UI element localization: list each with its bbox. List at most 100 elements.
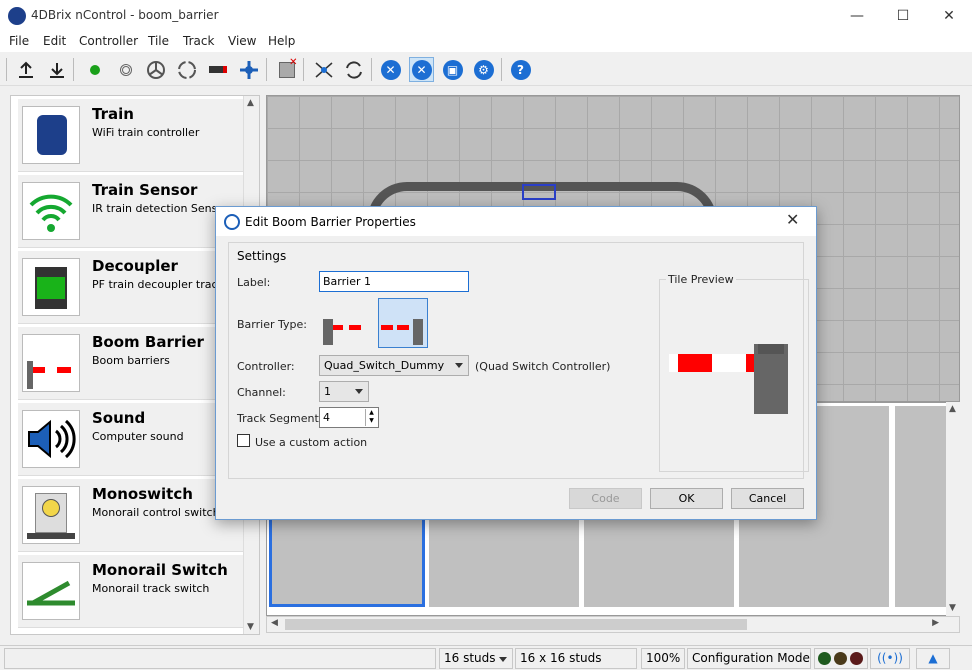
refresh-icon[interactable] — [341, 57, 366, 82]
status-bar: 16 studs 16 x 16 studs 100% Configuratio… — [0, 645, 972, 670]
horizontal-scrollbar[interactable]: ◀ ▶ — [266, 616, 960, 633]
preview-post-top — [758, 344, 784, 354]
sensor-icon[interactable] — [113, 57, 138, 82]
dialog-title: Edit Boom Barrier Properties — [245, 215, 416, 229]
palette-item-name: Monorail Switch — [92, 561, 228, 579]
preview-post — [754, 344, 788, 414]
decoupler-icon[interactable] — [205, 57, 230, 82]
palette-item-train[interactable]: Train WiFi train controller — [18, 99, 243, 172]
palette-item-desc: Computer sound — [92, 430, 184, 443]
wifi-icon — [22, 182, 80, 240]
tools-icon[interactable]: ✕ — [378, 57, 403, 82]
palette-item-boom-barrier[interactable]: Boom Barrier Boom barriers — [18, 327, 243, 400]
window-title: 4DBrix nControl - boom_barrier — [31, 8, 219, 22]
grid-size: 16 x 16 studs — [515, 648, 637, 669]
palette-item-name: Monoswitch — [92, 485, 193, 503]
menu-tile[interactable]: Tile — [148, 34, 169, 48]
status-message — [4, 648, 436, 669]
barrier-type-option-right[interactable] — [378, 298, 428, 348]
boom-barrier-icon — [22, 334, 80, 392]
palette-item-name: Decoupler — [92, 257, 178, 275]
network-icon[interactable] — [311, 57, 336, 82]
controller-select[interactable]: Quad_Switch_Dummy — [319, 355, 469, 376]
maximize-button[interactable]: ☐ — [880, 0, 926, 31]
close-button[interactable]: ✕ — [926, 0, 972, 31]
zoom-level: 100% — [641, 648, 685, 669]
code-button[interactable]: Code — [569, 488, 642, 509]
palette-item-desc: Monorail control switch — [92, 506, 220, 519]
custom-action-label: Use a custom action — [255, 436, 368, 449]
download-icon[interactable] — [44, 57, 69, 82]
menu-help[interactable]: Help — [268, 34, 295, 48]
palette-item-sound[interactable]: Sound Computer sound — [18, 403, 243, 476]
channel-select[interactable]: 1 — [319, 381, 369, 402]
palette-item-monorail-switch[interactable]: Monorail Switch Monorail track switch — [18, 555, 243, 628]
dialog-close-button[interactable]: ✕ — [786, 210, 799, 229]
selected-tile[interactable] — [522, 184, 556, 200]
track-segment-stepper[interactable]: 4 ▲ ▼ — [319, 407, 379, 428]
signal-lights — [814, 648, 868, 669]
minimize-button[interactable]: — — [834, 0, 880, 31]
label-input[interactable]: Barrier 1 — [319, 271, 469, 292]
settings-group: Settings Label: Barrier 1 Barrier Type: … — [228, 242, 809, 479]
loop-icon[interactable] — [174, 57, 199, 82]
edit-boom-barrier-dialog: Edit Boom Barrier Properties ✕ Settings … — [215, 206, 817, 520]
palette-item-name: Sound — [92, 409, 146, 427]
custom-action-checkbox[interactable] — [237, 434, 250, 447]
monorail-switch-icon — [22, 562, 80, 620]
barrier-type-option-left[interactable] — [321, 305, 365, 347]
monoswitch-icon — [22, 486, 80, 544]
studs-select[interactable]: 16 studs — [439, 648, 513, 669]
mode-indicator: Configuration Mode — [687, 648, 811, 669]
channel-value: 1 — [324, 385, 331, 398]
app-logo-icon — [8, 7, 26, 25]
tools-selected-icon[interactable]: ✕ — [409, 57, 434, 82]
upload-icon[interactable] — [13, 57, 38, 82]
stepper-arrows-icon[interactable]: ▲ ▼ — [365, 409, 377, 426]
controller-value: Quad_Switch_Dummy — [324, 359, 445, 372]
menu-controller[interactable]: Controller — [79, 34, 138, 48]
palette-item-name: Train Sensor — [92, 181, 198, 199]
track-segment-label: Track Segment: — [237, 412, 323, 425]
tile-list-scrollbar[interactable]: ▲ ▼ — [946, 402, 961, 616]
palette-item-name: Boom Barrier — [92, 333, 204, 351]
camera-icon[interactable]: ▣ — [440, 57, 465, 82]
palette-item-monoswitch[interactable]: Monoswitch Monorail control switch — [18, 479, 243, 552]
palette-item-train-sensor[interactable]: Train Sensor IR train detection Sensor — [18, 175, 243, 248]
palette-item-name: Train — [92, 105, 134, 123]
menu-view[interactable]: View — [228, 34, 256, 48]
track-segment-value: 4 — [323, 411, 330, 424]
menu-file[interactable]: File — [9, 34, 29, 48]
palette-item-desc: PF train decoupler track — [92, 278, 224, 291]
title-bar: 4DBrix nControl - boom_barrier — ☐ ✕ — [0, 0, 972, 31]
palette-item-desc: Boom barriers — [92, 354, 170, 367]
train-icon — [22, 106, 80, 164]
settings-icon[interactable]: ⚙ — [471, 57, 496, 82]
tile-thumb[interactable] — [895, 406, 947, 607]
cancel-button[interactable]: Cancel — [731, 488, 804, 509]
switch-icon[interactable] — [143, 57, 168, 82]
bell-icon[interactable]: ▲ — [916, 648, 950, 669]
decoupler-icon — [22, 258, 80, 316]
controller-label: Controller: — [237, 360, 295, 373]
palette-item-desc: WiFi train controller — [92, 126, 200, 139]
controller-description: (Quad Switch Controller) — [475, 360, 611, 373]
dialog-title-bar: Edit Boom Barrier Properties ✕ — [216, 207, 816, 236]
menu-track[interactable]: Track — [183, 34, 214, 48]
tile-preview-panel: Tile Preview — [659, 273, 809, 472]
scroll-thumb[interactable] — [285, 619, 747, 630]
dialog-logo-icon — [224, 214, 240, 230]
green-dot-icon[interactable] — [82, 57, 107, 82]
menu-edit[interactable]: Edit — [43, 34, 66, 48]
studs-value: 16 studs — [444, 651, 496, 665]
wireless-icon[interactable]: ((•)) — [870, 648, 910, 669]
delete-icon[interactable]: ✕ — [274, 57, 299, 82]
toolbar: ✕ ✕ ✕ ▣ ⚙ ? — [0, 52, 972, 86]
palette-item-desc: Monorail track switch — [92, 582, 210, 595]
tile-preview-title: Tile Preview — [666, 273, 736, 286]
help-icon[interactable]: ? — [508, 57, 533, 82]
cross-icon[interactable] — [236, 57, 261, 82]
palette-item-decoupler[interactable]: Decoupler PF train decoupler track — [18, 251, 243, 324]
ok-button[interactable]: OK — [650, 488, 723, 509]
channel-label: Channel: — [237, 386, 286, 399]
